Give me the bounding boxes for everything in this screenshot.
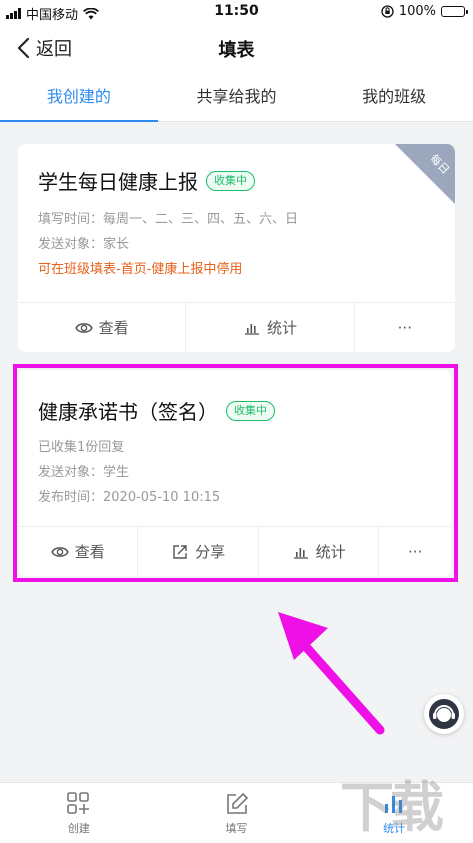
arrow-annotation xyxy=(278,612,385,735)
share-label: 分享 xyxy=(195,543,226,561)
bottom-tab-create[interactable]: 创建 xyxy=(0,783,158,843)
bottom-tab-fill-label: 填写 xyxy=(225,822,248,835)
stats-label: 统计 xyxy=(266,319,297,337)
eye-icon xyxy=(50,546,69,557)
tab-created-by-me[interactable]: 我创建的 xyxy=(0,74,158,122)
stats-button[interactable]: 统计 xyxy=(185,303,353,352)
stats-button[interactable]: 统计 xyxy=(257,527,378,576)
back-button[interactable]: 返回 xyxy=(16,35,72,61)
bottom-tab-create-label: 创建 xyxy=(67,822,90,835)
bottom-tab-fill[interactable]: 填写 xyxy=(158,783,316,843)
disable-hint-text: 可在班级填表-首页-健康上报中停用 xyxy=(38,262,243,277)
view-button[interactable]: 查看 xyxy=(18,527,137,576)
status-bar: 中国移动 11:50 100% xyxy=(0,0,473,24)
recipient-text: 发送对象：家长 xyxy=(38,237,130,252)
nav-bar: 返回 填表 xyxy=(0,24,473,74)
card-title: 学生每日健康上报 xyxy=(38,170,198,194)
form-card-health-pledge[interactable]: 健康承诺书（签名） 收集中 已收集1份回复 发送对象：学生 发布时间：2020-… xyxy=(18,370,451,576)
reply-count-text: 已收集1份回复 xyxy=(38,440,125,455)
card-title: 健康承诺书（签名） xyxy=(38,400,218,424)
grid-plus-icon xyxy=(67,792,89,814)
tab-bar: 我创建的 共享给我的 我的班级 xyxy=(0,74,473,122)
more-icon: ··· xyxy=(397,318,412,337)
eye-icon xyxy=(74,322,93,333)
recipient-text: 发送对象：学生 xyxy=(38,465,130,480)
more-button[interactable]: ··· xyxy=(378,527,451,576)
orientation-lock-icon xyxy=(381,5,394,18)
bottom-tab-stats[interactable]: 统计 xyxy=(315,783,473,843)
bottom-tab-stats-label: 统计 xyxy=(383,822,406,835)
share-icon xyxy=(173,544,187,559)
edit-icon xyxy=(226,792,248,814)
form-card-daily-health[interactable]: 每日 学生每日健康上报 收集中 填写时间：每周一、二、三、四、五、六、日 发送对… xyxy=(18,144,455,352)
status-badge: 收集中 xyxy=(206,170,255,191)
stats-label: 统计 xyxy=(315,543,346,561)
view-label: 查看 xyxy=(74,543,105,561)
battery-label: 100% xyxy=(398,4,436,19)
card-actions: 查看 统计 ··· xyxy=(18,302,455,352)
back-label: 返回 xyxy=(36,39,72,60)
more-button[interactable]: ··· xyxy=(353,303,455,352)
chevron-left-icon xyxy=(17,37,30,59)
tab-shared-with-me[interactable]: 共享给我的 xyxy=(158,74,316,121)
bottom-tab-bar: 创建 填写 统计 xyxy=(0,782,473,843)
view-button[interactable]: 查看 xyxy=(18,303,185,352)
headset-icon xyxy=(429,699,459,729)
customer-support-button[interactable] xyxy=(424,694,464,734)
daily-ribbon: 每日 xyxy=(395,144,455,204)
screen: 中国移动 11:50 100% 返回 填表 我创建的 共享给我的 我的班级 每日… xyxy=(0,0,473,843)
publish-time-text: 发布时间：2020-05-10 10:15 xyxy=(38,490,221,505)
card-actions: 查看 分享 统计 ··· xyxy=(18,526,451,576)
status-right: 100% xyxy=(381,4,468,19)
tab-my-class[interactable]: 我的班级 xyxy=(315,74,473,121)
battery-icon xyxy=(441,6,468,17)
fill-time-text: 填写时间：每周一、二、三、四、五、六、日 xyxy=(38,212,299,227)
bar-chart-icon xyxy=(293,547,308,559)
bar-chart-icon xyxy=(244,323,259,335)
status-badge: 收集中 xyxy=(226,400,275,421)
more-icon: ··· xyxy=(407,542,423,561)
view-label: 查看 xyxy=(98,319,129,337)
stats-icon xyxy=(385,796,403,813)
share-button[interactable]: 分享 xyxy=(137,527,257,576)
